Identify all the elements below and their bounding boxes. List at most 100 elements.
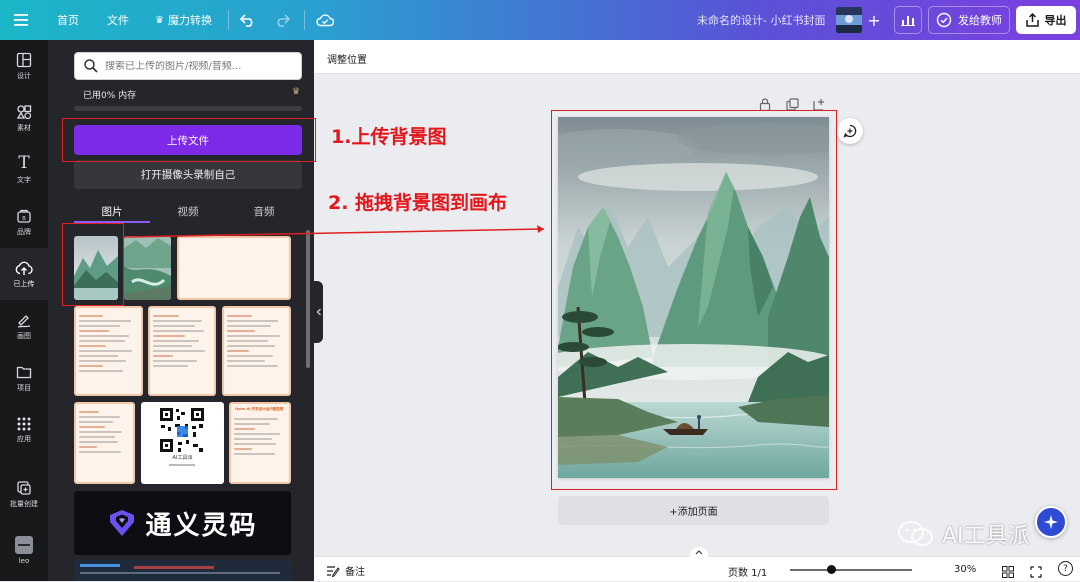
uploaded-image-landscape-2[interactable]	[124, 236, 171, 300]
doc-header-text: Open AI 开发者大会问题整理	[235, 407, 284, 411]
rail-item-apps[interactable]: 应用	[0, 404, 48, 456]
plus-icon: +	[867, 10, 881, 30]
rail-item-projects[interactable]: 项目	[0, 352, 48, 404]
rail-label: 项目	[17, 383, 31, 392]
avatar	[15, 535, 33, 554]
rail-label: leo	[18, 556, 30, 565]
rail-item-brand[interactable]: B 品牌	[0, 196, 48, 248]
zoom-slider-track[interactable]	[790, 569, 912, 571]
bar-chart-icon	[901, 16, 915, 26]
rail-item-elements[interactable]: 素材	[0, 92, 48, 144]
upload-cloud-icon	[15, 261, 33, 275]
highlight-upload-button	[62, 118, 316, 162]
rail-label: 文字	[17, 176, 31, 184]
uploaded-image-tongyi-banner[interactable]: 通义灵码	[74, 491, 291, 555]
folder-icon	[16, 366, 32, 378]
draw-icon	[17, 314, 31, 328]
page-counter[interactable]: 页数 1/1	[728, 564, 767, 579]
annotation-step-1: 1.上传背景图	[331, 126, 447, 148]
tongyi-title: 通义灵码	[145, 510, 258, 541]
annotation-step-2: 2. 拖拽背景图到画布	[328, 192, 508, 214]
notes-button[interactable]: 备注	[326, 563, 365, 578]
chevron-up-icon	[695, 549, 703, 554]
tab-images[interactable]: 图片	[74, 200, 150, 222]
export-button[interactable]: 导出	[1016, 6, 1076, 34]
magic-switch-label: 魔力转换	[167, 14, 212, 27]
elements-icon	[16, 104, 32, 119]
uploaded-image-doc-2[interactable]	[148, 306, 216, 396]
text-icon: T	[18, 153, 30, 173]
uploaded-image-doc-4[interactable]	[74, 402, 135, 484]
apps-icon	[17, 417, 31, 430]
search-input[interactable]	[105, 60, 295, 72]
magic-assist-button[interactable]	[1035, 506, 1067, 538]
qr-code-graphic	[160, 408, 204, 466]
rail-item-text[interactable]: T 文字	[0, 144, 48, 196]
rail-label: 设计	[17, 71, 31, 80]
redo-icon[interactable]	[274, 0, 290, 40]
uploaded-image-doc-5[interactable]: Open AI 开发者大会问题整理	[229, 402, 291, 484]
uploaded-image-doc-3[interactable]	[222, 306, 291, 396]
fullscreen-icon[interactable]	[1030, 563, 1042, 582]
notes-icon	[327, 565, 340, 577]
tab-videos[interactable]: 视频	[150, 200, 226, 222]
export-label: 导出	[1044, 14, 1067, 27]
notes-label: 备注	[345, 567, 365, 578]
send-to-teacher-button[interactable]: 发给教师	[928, 6, 1010, 34]
insights-button[interactable]	[894, 6, 922, 34]
home-menu[interactable]: 首页	[57, 0, 79, 40]
wechat-logo-icon	[898, 521, 933, 546]
rail-label: 品牌	[17, 227, 31, 236]
storage-usage-label: 已用0% 内存	[83, 91, 137, 101]
magic-sparkle-icon: ♛	[155, 14, 164, 26]
rail-item-bulk-create[interactable]: 批量创建	[0, 468, 48, 520]
highlight-uploaded-image	[62, 223, 124, 306]
bulk-create-icon	[17, 480, 31, 495]
uploaded-image-blank-doc[interactable]	[177, 236, 291, 300]
file-menu[interactable]: 文件	[107, 0, 129, 40]
rail-item-design[interactable]: 设计	[0, 40, 48, 92]
collapse-panel-handle[interactable]	[314, 281, 323, 343]
record-yourself-button[interactable]: 打开摄像头录制自己	[74, 160, 302, 189]
zoom-slider-thumb[interactable]	[827, 565, 836, 574]
add-comment-button[interactable]	[837, 118, 863, 144]
send-to-teacher-label: 发给教师	[958, 14, 1002, 27]
uploaded-image-doc-1[interactable]	[74, 306, 143, 396]
crown-icon: ♛	[292, 87, 301, 97]
help-button[interactable]: ?	[1058, 561, 1073, 576]
top-toolbar: 首页 文件 ♛ 魔力转换 未命名的设计- 小红书封面 + 发给教师 导出	[0, 0, 1080, 40]
share-upload-icon	[1025, 13, 1039, 27]
chevron-left-icon	[316, 308, 321, 316]
tab-audio[interactable]: 音频	[226, 200, 302, 222]
collaborator-avatar[interactable]	[836, 6, 862, 34]
rail-item-uploads[interactable]: 已上传	[0, 248, 48, 300]
rail-label: 批量创建	[10, 499, 38, 508]
add-page-button[interactable]: +添加页面	[558, 496, 829, 525]
search-box	[74, 52, 302, 80]
brand-icon: B	[17, 209, 31, 223]
document-title[interactable]: 未命名的设计- 小红书封面	[697, 0, 825, 40]
search-icon	[84, 59, 98, 73]
rail-item-draw[interactable]: 画图	[0, 300, 48, 352]
editor-footer: 备注 页数 1/1 30% ?	[314, 547, 1080, 582]
rail-label: 素材	[17, 123, 31, 132]
rail-item-account[interactable]: leo	[0, 524, 48, 576]
sparkle-icon	[1044, 515, 1058, 529]
uploaded-image-screenshot[interactable]	[74, 560, 291, 581]
menu-icon[interactable]	[14, 0, 28, 40]
add-collaborator-button[interactable]: +	[862, 6, 886, 34]
watermark: AI工具派	[896, 518, 1030, 550]
undo-icon[interactable]	[240, 0, 256, 40]
panel-scrollbar[interactable]	[306, 230, 310, 368]
zoom-level[interactable]: 30%	[954, 564, 976, 575]
rail-label: 应用	[17, 434, 31, 443]
cloud-save-icon[interactable]	[316, 0, 334, 40]
uploaded-image-qr-code[interactable]: AI工具派	[141, 402, 224, 484]
watermark-text: AI工具派	[942, 524, 1030, 549]
magic-switch-menu[interactable]: ♛ 魔力转换	[155, 0, 212, 40]
expand-pages-toggle[interactable]	[690, 547, 708, 557]
left-rail: 设计 素材 T 文字 B 品牌 已上传 画图 项目 应用 批量创建 leo	[0, 40, 48, 581]
grid-view-icon[interactable]	[1002, 563, 1014, 582]
position-button[interactable]: 调整位置	[327, 51, 367, 66]
drag-arrow	[124, 225, 545, 238]
